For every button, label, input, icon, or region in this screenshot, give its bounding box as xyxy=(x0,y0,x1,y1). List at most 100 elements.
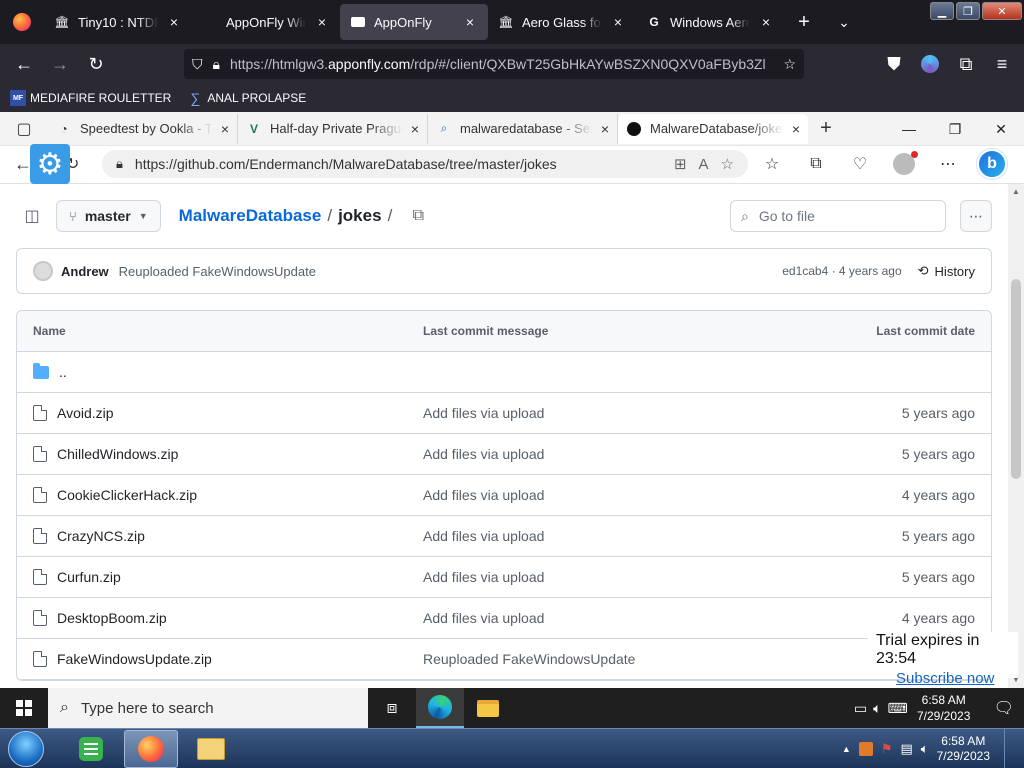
branch-select-button[interactable]: ⑂ master ▼ xyxy=(56,200,161,232)
app-available-icon[interactable]: ⊞ xyxy=(674,155,687,173)
profile-avatar[interactable] xyxy=(884,150,924,178)
commit-message-link[interactable]: Add files via upload xyxy=(407,446,791,462)
back-icon[interactable]: ← xyxy=(6,48,42,80)
breadcrumb-repo-link[interactable]: MalwareDatabase xyxy=(179,206,322,226)
list-all-tabs-icon[interactable]: ⌄ xyxy=(824,4,864,40)
table-row[interactable]: Avoid.zip Add files via upload 5 years a… xyxy=(17,393,991,434)
firefox-tab-active[interactable]: AppOnFly × xyxy=(340,4,488,40)
parent-dir-link[interactable]: .. xyxy=(59,364,67,380)
firefox-tab[interactable]: 🏛 Aero Glass for W × xyxy=(488,4,636,40)
network-icon[interactable]: ▭ xyxy=(854,700,867,717)
minimize-icon[interactable]: — xyxy=(886,112,932,146)
taskbar-search-box[interactable]: ⌕ Type here to search xyxy=(48,688,368,728)
maximize-icon[interactable]: ❐ xyxy=(956,2,980,20)
table-row[interactable]: ChilledWindows.zip Add files via upload … xyxy=(17,434,991,475)
table-row[interactable]: DesktopBoom.zip Add files via upload 4 y… xyxy=(17,598,991,639)
restore-icon[interactable]: ❐ xyxy=(932,112,978,146)
edge-tab[interactable]: V Half-day Private Prague × xyxy=(238,113,428,144)
bookmark-mediafire[interactable]: MF MEDIAFIRE ROULETTER xyxy=(10,90,171,106)
firefox-tab[interactable]: 🏛 Tiny10 : NTDEV : × xyxy=(44,4,192,40)
edge-tab-active[interactable]: MalwareDatabase/jokes × xyxy=(618,113,808,144)
file-name-link[interactable]: Curfun.zip xyxy=(57,569,121,585)
close-tab-icon[interactable]: × xyxy=(792,121,800,137)
star-icon[interactable]: ☆ xyxy=(783,56,796,73)
taskbar-explorer-button[interactable] xyxy=(184,730,238,768)
avatar[interactable] xyxy=(33,261,53,281)
taskbar-clock[interactable]: 6:58 AM 7/29/2023 xyxy=(937,734,990,764)
edge-tab[interactable]: ◔ Speedtest by Ookla - Th × xyxy=(48,113,238,144)
close-tab-icon[interactable]: × xyxy=(462,14,478,30)
new-tab-icon[interactable]: + xyxy=(784,4,824,40)
firefox-tab[interactable]: G Windows Aero & × xyxy=(636,4,784,40)
gear-icon[interactable]: ⚙ xyxy=(30,144,70,184)
more-options-button[interactable]: ⋯ xyxy=(960,200,992,232)
edge-tab[interactable]: ⌕ malwaredatabase - Sear × xyxy=(428,113,618,144)
commit-message-link[interactable]: Add files via upload xyxy=(407,487,791,503)
commit-message-link[interactable]: Add files via upload xyxy=(407,405,791,421)
tab-actions-icon[interactable]: ▢ xyxy=(0,112,48,146)
table-row[interactable]: CrazyNCS.zip Add files via upload 5 year… xyxy=(17,516,991,557)
close-icon[interactable]: ✕ xyxy=(982,2,1022,20)
forward-icon[interactable]: → xyxy=(42,48,78,80)
new-tab-icon[interactable]: + xyxy=(808,117,844,140)
start-button[interactable] xyxy=(0,688,48,728)
action-center-flag-icon[interactable]: ⚑ xyxy=(881,741,893,757)
settings-more-icon[interactable]: ⋯ xyxy=(928,150,968,178)
favorite-star-icon[interactable]: ☆ xyxy=(721,155,734,173)
close-icon[interactable]: ✕ xyxy=(978,112,1024,146)
file-name-link[interactable]: ChilledWindows.zip xyxy=(57,446,178,462)
file-name-link[interactable]: CrazyNCS.zip xyxy=(57,528,145,544)
extension-color-icon[interactable] xyxy=(914,48,946,80)
collections-icon[interactable]: ⧉ xyxy=(796,150,836,178)
file-name-link[interactable]: FakeWindowsUpdate.zip xyxy=(57,651,212,667)
taskbar-firefox-button[interactable] xyxy=(124,729,178,768)
close-tab-icon[interactable]: × xyxy=(601,121,609,137)
volume-icon[interactable]: 🔈︎ xyxy=(921,741,929,757)
history-button[interactable]: ⟲ History xyxy=(918,263,975,279)
taskbar-explorer-button[interactable] xyxy=(464,688,512,728)
commit-message-link[interactable]: Add files via upload xyxy=(407,528,791,544)
taskbar-notepad-button[interactable] xyxy=(64,730,118,768)
minimize-icon[interactable]: ▁ xyxy=(930,2,954,20)
commit-hash-age[interactable]: ed1cab4 · 4 years ago xyxy=(782,264,901,278)
file-name-link[interactable]: Avoid.zip xyxy=(57,405,114,421)
volume-icon[interactable]: 🔈︎ xyxy=(873,700,881,717)
commit-message[interactable]: Reuploaded FakeWindowsUpdate xyxy=(119,264,316,279)
show-desktop-button[interactable] xyxy=(1004,728,1016,768)
start-orb-icon[interactable] xyxy=(8,730,44,767)
edge-url-bar[interactable]: 🔒︎ https://github.com/Endermanch/Malware… xyxy=(102,150,748,178)
app-tray-icon[interactable] xyxy=(858,741,873,756)
browser-essentials-icon[interactable]: ♡ xyxy=(840,150,880,178)
copy-path-icon[interactable]: ⧉ xyxy=(406,204,430,228)
close-tab-icon[interactable]: × xyxy=(758,14,774,30)
table-row[interactable]: Curfun.zip Add files via upload 5 years … xyxy=(17,557,991,598)
close-tab-icon[interactable]: × xyxy=(610,14,626,30)
table-row[interactable]: CookieClickerHack.zip Add files via uplo… xyxy=(17,475,991,516)
file-name-link[interactable]: DesktopBoom.zip xyxy=(57,610,167,626)
sidebar-toggle-icon[interactable]: ◫ xyxy=(16,200,48,232)
shield-icon[interactable]: ⛉ xyxy=(192,56,203,73)
close-tab-icon[interactable]: × xyxy=(221,121,229,137)
favorites-icon[interactable]: ☆ xyxy=(752,150,792,178)
close-tab-icon[interactable]: × xyxy=(314,14,330,30)
subscribe-now-link[interactable]: Subscribe now xyxy=(896,670,1018,687)
firefox-url-bar[interactable]: ⛉ 🔒︎ https://htmlgw3.apponfly.com/rdp/#/… xyxy=(184,49,804,79)
pocket-icon[interactable]: ⛊ xyxy=(878,48,910,80)
language-icon[interactable]: ⌨ xyxy=(887,700,907,717)
hamburger-menu-icon[interactable]: ≡ xyxy=(986,48,1018,80)
task-view-icon[interactable]: ⧈ xyxy=(368,688,416,728)
scrollbar-thumb[interactable] xyxy=(1011,279,1021,479)
go-to-file-input[interactable]: ⌕ Go to file xyxy=(730,200,946,232)
bookmark-second[interactable]: ∑ ANAL PROLAPSE xyxy=(187,90,306,106)
close-tab-icon[interactable]: × xyxy=(166,14,182,30)
taskbar-clock[interactable]: 6:58 AM 7/29/2023 xyxy=(914,692,974,724)
page-scrollbar[interactable]: ▲ ▼ xyxy=(1008,184,1024,688)
commit-author[interactable]: Andrew xyxy=(61,264,109,279)
commit-message-link[interactable]: Add files via upload xyxy=(407,569,791,585)
firefox-menu-icon[interactable] xyxy=(0,0,44,44)
read-aloud-icon[interactable]: A xyxy=(699,156,709,173)
close-tab-icon[interactable]: × xyxy=(411,121,419,137)
commit-message-link[interactable]: Add files via upload xyxy=(407,610,791,626)
extensions-puzzle-icon[interactable]: ⧉ xyxy=(950,48,982,80)
table-row[interactable]: FakeWindowsUpdate.zip Reuploaded FakeWin… xyxy=(17,639,991,680)
